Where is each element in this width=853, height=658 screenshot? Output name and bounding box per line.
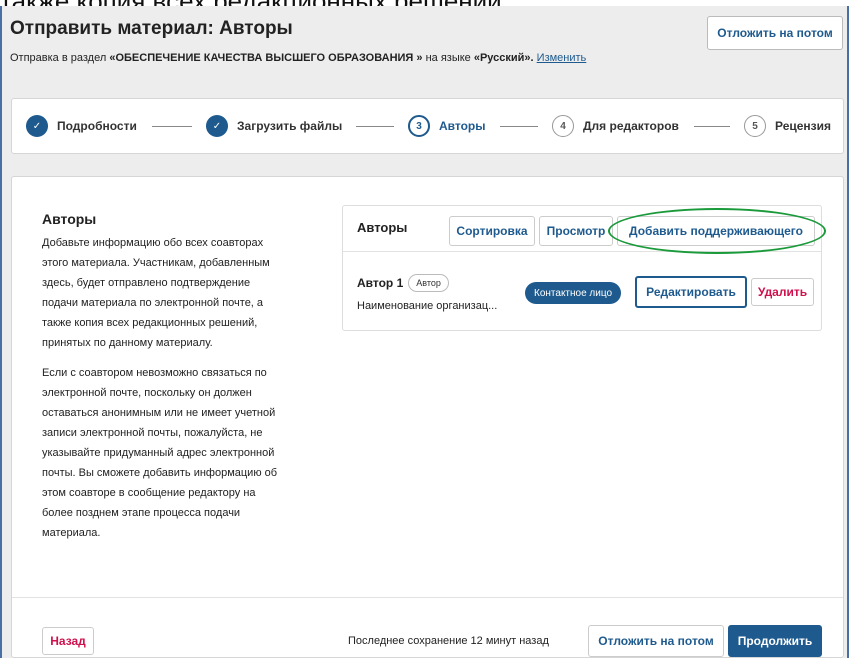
add-contributor-button[interactable]: Добавить поддерживающего: [617, 216, 815, 246]
section-name: «ОБЕСПЕЧЕНИЕ КАЧЕСТВА ВЫСШЕГО ОБРАЗОВАНИ…: [109, 52, 423, 64]
change-link[interactable]: Изменить: [537, 52, 587, 64]
continue-button[interactable]: Продолжить: [728, 625, 822, 657]
check-icon: ✓: [206, 115, 228, 137]
step-review[interactable]: 5 Рецензия: [744, 115, 831, 137]
author-affiliation: Наименование организац...: [357, 300, 498, 312]
grid-title: Авторы: [357, 220, 408, 235]
preview-button[interactable]: Просмотр: [539, 216, 613, 246]
defer-button-bottom[interactable]: Отложить на потом: [588, 625, 724, 657]
check-icon: ✓: [26, 115, 48, 137]
submission-window: Отправить материал: Авторы Отложить на п…: [0, 6, 849, 658]
delete-button[interactable]: Удалить: [751, 278, 814, 306]
last-saved-status: Последнее сохранение 12 минут назад: [348, 635, 549, 647]
author-row: Автор 1 Автор: [357, 274, 449, 292]
page-header: Отправить материал: Авторы Отложить на п…: [2, 6, 847, 92]
progress-steps: ✓ Подробности ✓ Загрузить файлы 3 Авторы…: [11, 98, 844, 154]
language-name: «Русский».: [473, 52, 534, 64]
footer-divider: [12, 597, 843, 598]
step-label: Рецензия: [775, 119, 832, 133]
step-details[interactable]: ✓ Подробности: [26, 115, 137, 137]
step-authors[interactable]: 3 Авторы: [408, 115, 486, 137]
step-label: Авторы: [439, 119, 486, 133]
defer-button-top[interactable]: Отложить на потом: [707, 16, 843, 50]
step-label: Для редакторов: [583, 119, 679, 133]
step-number-icon: 4: [552, 115, 574, 137]
section-prefix: Отправка в раздел: [10, 52, 110, 64]
section-title: Авторы: [42, 211, 97, 227]
step-connector: [152, 126, 192, 127]
role-badge: Автор: [408, 274, 449, 292]
step-number-icon: 5: [744, 115, 766, 137]
section-info: Отправка в раздел «ОБЕСПЕЧЕНИЕ КАЧЕСТВА …: [10, 52, 586, 64]
description-paragraph: Если с соавтором невозможно связаться по…: [42, 367, 278, 539]
grid-header: Авторы Сортировка Просмотр Добавить подд…: [343, 206, 826, 254]
authors-grid: Авторы Сортировка Просмотр Добавить подд…: [342, 205, 826, 331]
step-label: Загрузить файлы: [237, 119, 343, 133]
language-prefix: на языке: [422, 52, 474, 64]
description-paragraph: Добавьте информацию обо всех соавторах э…: [42, 237, 270, 349]
authors-description: Авторы Добавьте информацию обо всех соав…: [42, 211, 322, 553]
sort-button[interactable]: Сортировка: [449, 216, 535, 246]
step-number-icon: 3: [408, 115, 430, 137]
step-for-editors[interactable]: 4 Для редакторов: [552, 115, 679, 137]
page-title: Отправить материал: Авторы: [10, 18, 293, 39]
step-upload-files[interactable]: ✓ Загрузить файлы: [206, 115, 342, 137]
step-connector: [694, 126, 730, 127]
back-button[interactable]: Назад: [42, 627, 94, 655]
contact-badge: Контактное лицо: [525, 282, 622, 304]
author-name: Автор 1: [357, 276, 404, 290]
edit-button[interactable]: Редактировать: [635, 276, 747, 308]
step-connector: [356, 126, 394, 127]
step-label: Подробности: [57, 119, 137, 133]
authors-card: Авторы Добавьте информацию обо всех соав…: [11, 176, 844, 658]
step-connector: [500, 126, 538, 127]
